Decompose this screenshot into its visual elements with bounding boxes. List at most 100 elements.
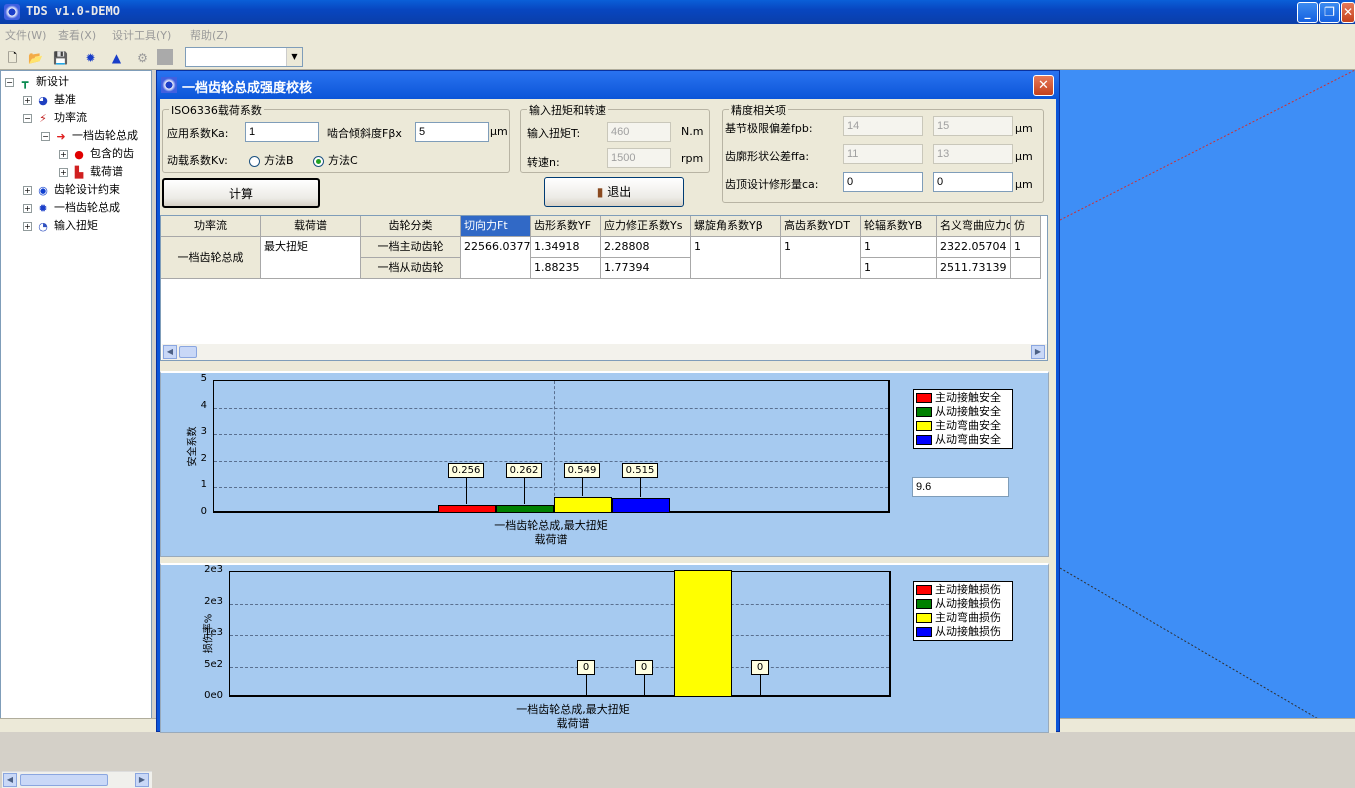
radio-b-icon[interactable] — [249, 155, 260, 167]
open-folder-icon[interactable]: 📂 — [25, 47, 46, 67]
safety-chart-panel: 0 1 2 3 4 5 0.256 0.262 0.549 0.515 一档齿轮总成,最大扭矩 载荷谱… — [160, 371, 1049, 557]
torque-group: 输入扭矩和转速 输入扭矩T: N.m 转速n: rpm — [520, 102, 710, 173]
gear-blue-icon[interactable]: ✹ — [80, 47, 101, 67]
tree-item-4[interactable]: + ● 包含的齿 — [1, 145, 151, 163]
ca-input-2[interactable] — [933, 172, 1013, 192]
chevron-down-icon[interactable]: ▼ — [286, 48, 302, 66]
table-cell-extra: 1 — [1011, 237, 1041, 258]
chart-side-value-input[interactable] — [912, 477, 1009, 497]
column-header: 功率流 — [161, 216, 261, 237]
dialog-close-icon[interactable]: ✕ — [1033, 75, 1054, 96]
dialog-app-icon — [161, 77, 177, 93]
design-tree: − ┳ 新设计 + ◕ 基准 − ⚡ 功率流 − ➜ 一档齿轮总成 + ● 包含的齿 + ▙ 载荷谱 + ◉ 齿轮设计约… — [0, 70, 152, 788]
scroll-left-icon[interactable]: ◀ — [3, 773, 17, 787]
minimize-icon[interactable]: _ — [1297, 2, 1318, 23]
torque-icon: ◔ — [38, 219, 48, 233]
view-3d-area[interactable] — [1060, 70, 1355, 720]
strength-check-dialog: 一档齿轮总成强度校核 ✕ ISO6336载荷系数 应用系数Ka: 啮合倾斜度Fβ… — [156, 70, 1060, 733]
fpb-input-1[interactable] — [843, 116, 923, 136]
radio-c-icon[interactable] — [313, 155, 324, 167]
menu-help[interactable]: 帮助(Z) — [190, 27, 228, 43]
tree-item-7[interactable]: + ✹ 一档齿轮总成 — [1, 199, 151, 217]
collapse-icon[interactable]: − — [41, 131, 50, 141]
fbx-input[interactable] — [415, 122, 489, 142]
torque-label: 输入扭矩T: — [527, 127, 581, 140]
column-header: 仿 — [1011, 216, 1041, 237]
ffa-input-1[interactable] — [843, 144, 923, 164]
exit-door-icon: ▮ — [596, 185, 604, 199]
tree-item-label: 载荷谱 — [90, 165, 123, 178]
tree-item-8[interactable]: + ◔ 输入扭矩 — [1, 217, 151, 235]
table-cell-yf: 1.34918 — [531, 237, 601, 258]
expand-icon[interactable]: + — [23, 185, 32, 195]
ffa-input-2[interactable] — [933, 144, 1013, 164]
column-header: 高齿系数YDT — [781, 216, 861, 237]
ca-input-1[interactable] — [843, 172, 923, 192]
ka-input[interactable] — [245, 122, 319, 142]
fbx-unit: μm — [490, 125, 508, 138]
new-file-icon[interactable]: 🗋 — [2, 47, 23, 67]
speed-input[interactable] — [607, 148, 671, 168]
table-hscrollbar[interactable]: ◀ ▶ — [162, 344, 1047, 360]
gridline-vertical — [554, 381, 555, 511]
column-header: 载荷谱 — [261, 216, 361, 237]
tree-item-5[interactable]: + ▙ 载荷谱 — [1, 163, 151, 181]
datum-icon: ◕ — [38, 93, 48, 107]
gridline — [230, 635, 889, 636]
tree-item-2[interactable]: − ⚡ 功率流 — [1, 109, 151, 127]
table-scroll-thumb[interactable] — [179, 346, 197, 358]
fpb-input-2[interactable] — [933, 116, 1013, 136]
bar-value-label: 0.262 — [506, 463, 542, 478]
legend-label: 主动接触安全 — [935, 391, 1001, 404]
chart-legend: 主动接触损伤 从动接触损伤 主动弯曲损伤 从动接触损伤 — [913, 581, 1013, 641]
scroll-left-icon[interactable]: ◀ — [163, 345, 177, 359]
scroll-right-icon[interactable]: ▶ — [1031, 345, 1045, 359]
torque-input[interactable] — [607, 122, 671, 142]
collapse-icon[interactable]: − — [23, 113, 32, 123]
settings-icon[interactable]: ⚙ — [132, 47, 153, 67]
table-cell-ydt: 1 — [781, 237, 861, 279]
tree-item-label: 包含的齿 — [90, 147, 134, 160]
stop-icon[interactable] — [157, 49, 173, 65]
menu-view[interactable]: 查看(X) — [58, 27, 96, 43]
close-icon[interactable]: ✕ — [1341, 2, 1355, 23]
calculate-button[interactable]: 计算 — [162, 178, 320, 208]
expand-icon[interactable]: + — [23, 203, 32, 213]
bar-label-line — [644, 675, 645, 695]
tree-item-label: 基准 — [54, 93, 76, 106]
menu-file[interactable]: 文件(W) — [5, 27, 46, 43]
view-lines — [1060, 70, 1355, 720]
tree-item-3[interactable]: − ➜ 一档齿轮总成 — [1, 127, 151, 145]
y-axis-title: 安全系数 — [187, 426, 199, 466]
method-b-radio[interactable]: 方法B — [249, 152, 294, 168]
bar-label-line — [524, 478, 525, 505]
gear-tool-icon[interactable]: ▲ — [106, 47, 127, 67]
damage-chart-panel: 0e0 5e2 1e3 2e3 2e3 0 0 0 一档齿轮总成,最大扭矩 载荷谱 损伤率% 主动接触… — [160, 563, 1049, 733]
method-c-radio[interactable]: 方法C — [313, 152, 358, 168]
save-icon[interactable]: 💾 — [50, 47, 71, 67]
tree-item-1[interactable]: + ◕ 基准 — [1, 91, 151, 109]
collapse-icon[interactable]: − — [5, 77, 14, 87]
toolbar-combo[interactable]: ▼ — [185, 47, 303, 67]
tree-item-0[interactable]: − ┳ 新设计 — [1, 73, 151, 91]
legend-item: 主动接触安全 — [916, 391, 1010, 405]
table-cell-ys: 2.28808 — [601, 237, 691, 258]
scroll-right-icon[interactable]: ▶ — [135, 773, 149, 787]
expand-icon[interactable]: + — [23, 95, 32, 105]
tree-hscrollbar[interactable]: ◀ ▶ — [2, 771, 152, 788]
bar-2 — [554, 497, 612, 513]
tree-item-label: 输入扭矩 — [54, 219, 98, 232]
tree-scroll-thumb[interactable] — [20, 774, 108, 786]
expand-icon[interactable]: + — [59, 149, 68, 159]
restore-icon[interactable]: ❐ — [1319, 2, 1340, 23]
x-axis-title: 载荷谱 — [534, 533, 568, 546]
expand-icon[interactable]: + — [23, 221, 32, 231]
exit-button-label: 退出 — [607, 185, 632, 199]
expand-icon[interactable]: + — [59, 167, 68, 177]
tree-item-6[interactable]: + ◉ 齿轮设计约束 — [1, 181, 151, 199]
exit-button[interactable]: ▮ 退出 — [544, 177, 684, 207]
app-icon — [4, 4, 20, 20]
menu-design-tools[interactable]: 设计工具(Y) — [112, 27, 171, 43]
legend-label: 从动接触损伤 — [935, 597, 1001, 610]
load-spectrum-icon: ▙ — [74, 165, 84, 179]
